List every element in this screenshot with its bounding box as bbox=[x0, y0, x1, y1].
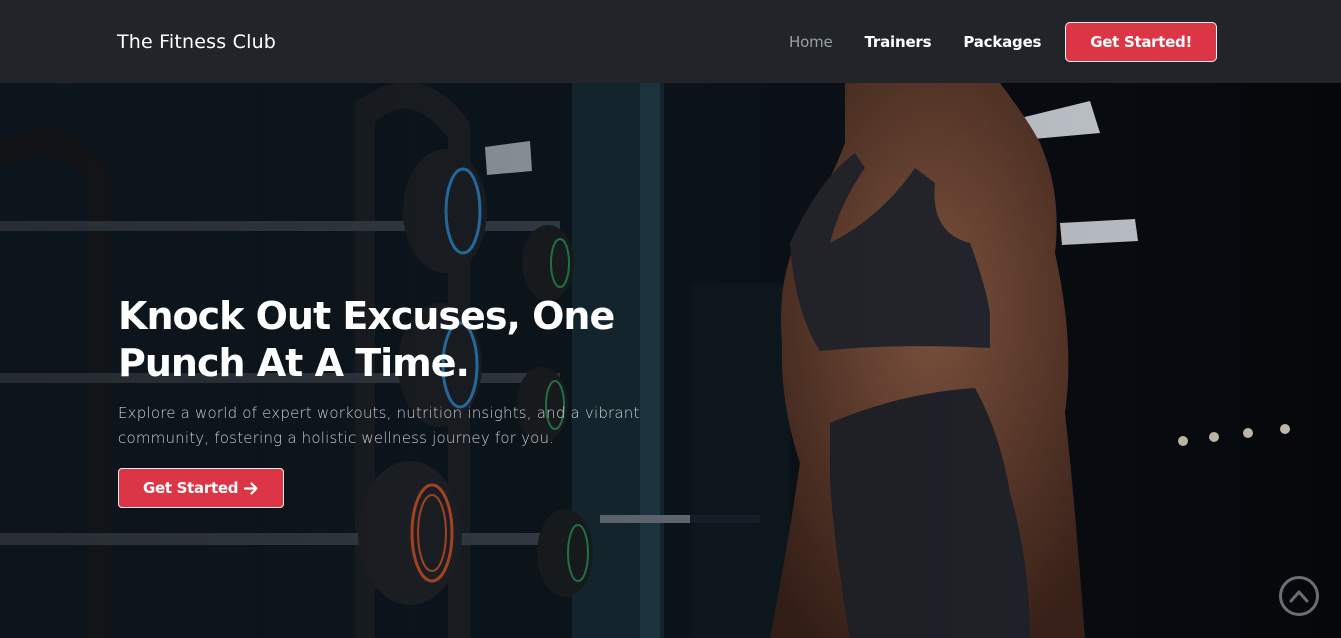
nav-link-home[interactable]: Home bbox=[789, 33, 833, 51]
hero-title-line-1: Knock Out Excuses, One bbox=[118, 294, 615, 338]
brand-logo-text[interactable]: The Fitness Club bbox=[117, 31, 276, 53]
hero-button-label: Get Started bbox=[143, 479, 239, 497]
nav-links: Home Trainers Packages Get Started! bbox=[757, 21, 1217, 62]
hero-content: Knock Out Excuses, One Punch At A Time. … bbox=[118, 293, 678, 508]
chevron-up-icon bbox=[1289, 590, 1309, 603]
hero-title: Knock Out Excuses, One Punch At A Time. bbox=[118, 293, 678, 387]
scroll-to-top-button[interactable] bbox=[1279, 576, 1319, 616]
hero-title-line-2: Punch At A Time. bbox=[118, 341, 470, 385]
hero-section: Knock Out Excuses, One Punch At A Time. … bbox=[0, 83, 1341, 638]
get-started-hero-button[interactable]: Get Started bbox=[118, 468, 285, 508]
nav-link-trainers[interactable]: Trainers bbox=[865, 33, 932, 51]
nav-link-packages[interactable]: Packages bbox=[963, 33, 1041, 51]
hero-description: Explore a world of expert workouts, nutr… bbox=[118, 404, 640, 447]
arrow-right-icon bbox=[244, 481, 258, 495]
get-started-nav-button[interactable]: Get Started! bbox=[1065, 21, 1217, 62]
navbar: The Fitness Club Home Trainers Packages … bbox=[0, 0, 1341, 83]
